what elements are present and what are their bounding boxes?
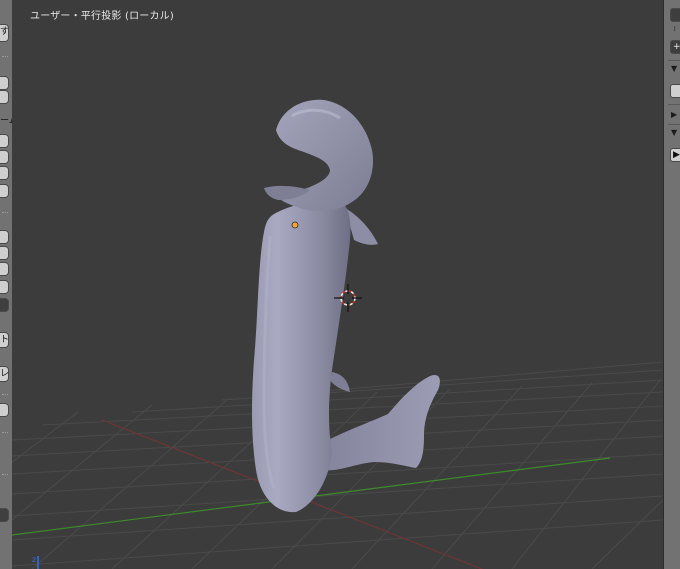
expand-triangle-icon[interactable]: ▼ <box>671 128 677 137</box>
play-button[interactable]: ▶ <box>670 148 680 162</box>
tool-button[interactable] <box>0 90 9 104</box>
panel-divider <box>668 104 680 105</box>
blender-window: す ーム ト レ z ユーザー・平行投影 (ローカル) l + ▼ ▶ ▼ ▶ <box>0 0 680 569</box>
svg-text:z: z <box>32 555 36 564</box>
tool-button[interactable] <box>0 150 9 164</box>
properties-shelf: l + ▼ ▶ ▼ ▶ <box>663 0 680 569</box>
tool-button[interactable] <box>0 262 9 276</box>
expand-triangle-icon[interactable]: ▼ <box>671 64 677 73</box>
viewport-scene: z <box>12 99 663 569</box>
viewport-view-label: ユーザー・平行投影 (ローカル) <box>30 11 174 22</box>
number-stepper[interactable] <box>0 508 9 522</box>
panel-button[interactable] <box>670 84 680 98</box>
shelf-divider <box>2 432 8 433</box>
panel-divider <box>668 124 680 125</box>
panel-divider <box>668 60 680 61</box>
small-marker: l <box>674 26 676 33</box>
tool-button[interactable] <box>0 230 9 244</box>
tool-button[interactable] <box>0 76 9 90</box>
dolphin-mesh[interactable] <box>252 99 440 513</box>
tool-button[interactable]: す <box>0 24 9 42</box>
tool-button[interactable] <box>0 184 9 198</box>
add-button[interactable]: + <box>670 40 680 54</box>
tool-button[interactable] <box>0 166 9 180</box>
tool-button-t[interactable]: ト <box>0 332 9 348</box>
3d-viewport[interactable]: z ユーザー・平行投影 (ローカル) <box>12 0 663 569</box>
collapse-triangle-icon[interactable]: ▶ <box>671 110 677 119</box>
tool-button[interactable] <box>0 246 9 260</box>
toggle-button[interactable] <box>670 8 680 22</box>
tool-button[interactable] <box>0 280 9 294</box>
tool-button[interactable] <box>0 403 9 417</box>
number-stepper[interactable] <box>0 298 9 312</box>
object-origin-icon[interactable] <box>291 221 299 229</box>
tool-button[interactable] <box>0 134 9 148</box>
tool-button-re[interactable]: レ <box>0 366 9 382</box>
shelf-divider <box>2 394 8 395</box>
shelf-divider <box>2 474 8 475</box>
shelf-divider <box>2 56 8 57</box>
shelf-divider <box>2 212 8 213</box>
